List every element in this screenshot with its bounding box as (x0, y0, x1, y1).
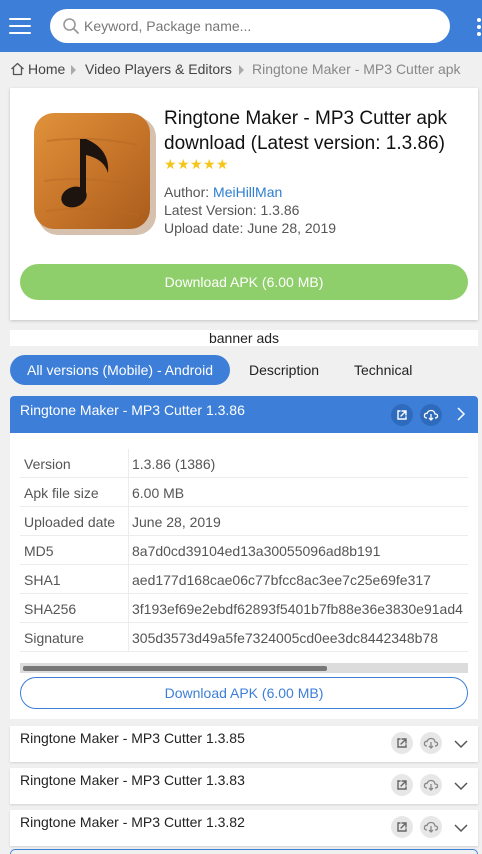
table-row: Version 1.3.86 (1386) (20, 449, 468, 478)
row-value: 6.00 MB (132, 485, 185, 501)
table-row: Apk file size 6.00 MB (20, 478, 468, 507)
banner-ads: banner ads (10, 330, 478, 346)
menu-icon[interactable] (9, 16, 31, 36)
top-bar (0, 0, 482, 52)
table-row: Signature 305d3573d49a5fe7324005cd0ee3dc8… (20, 623, 468, 652)
home-icon (11, 62, 24, 76)
version-title[interactable]: Ringtone Maker - MP3 Cutter 1.3.83 (20, 772, 245, 788)
version-title[interactable]: Ringtone Maker - MP3 Cutter 1.3.85 (20, 730, 245, 746)
row-key: Uploaded date (24, 514, 116, 530)
tab-technical[interactable]: Technical (339, 355, 427, 385)
row-value: 3f193ef69e2ebdf62893f5401b7fb88e36e3830e… (132, 601, 463, 617)
cloud-download-icon[interactable] (420, 774, 442, 796)
chevron-down-icon[interactable] (453, 820, 469, 836)
table-row: MD5 8a7d0cd39104ed13a30055096ad8b191 (20, 536, 468, 565)
version-title[interactable]: Ringtone Maker - MP3 Cutter 1.3.86 (20, 402, 245, 418)
tab-description[interactable]: Description (234, 355, 334, 385)
search-input[interactable] (84, 15, 434, 37)
latest-version: Latest Version: 1.3.86 (164, 202, 300, 218)
chevron-down-icon[interactable] (453, 736, 469, 752)
row-key: Signature (24, 630, 84, 646)
row-value: June 28, 2019 (132, 514, 221, 530)
breadcrumb-current: Ringtone Maker - MP3 Cutter apk (252, 61, 461, 77)
star-icon: ★ (216, 156, 229, 172)
author-label: Author: (164, 184, 210, 200)
tab-bar: All versions (Mobile) - Android Descript… (10, 355, 478, 385)
cloud-download-icon[interactable] (420, 404, 442, 426)
author-link[interactable]: MeiHillMan (213, 184, 282, 200)
table-row: SHA256 3f193ef69e2ebdf62893f5401b7fb88e36… (20, 594, 468, 623)
download-apk-button-version[interactable]: Download APK (6.00 MB) (20, 677, 468, 709)
version-item[interactable]: Ringtone Maker - MP3 Cutter 1.3.82 (10, 810, 478, 846)
partial-next-button[interactable] (10, 849, 478, 854)
author-line: Author: MeiHillMan (164, 184, 282, 200)
rating-stars: ★★★★★ (164, 156, 229, 172)
external-link-icon[interactable] (391, 774, 413, 796)
chevron-down-icon[interactable] (453, 778, 469, 794)
breadcrumb-home-link[interactable]: Home (28, 61, 65, 77)
version-header-expanded[interactable]: Ringtone Maker - MP3 Cutter 1.3.86 (10, 396, 478, 433)
row-key: MD5 (24, 543, 54, 559)
version-details: Version 1.3.86 (1386) Apk file size 6.00 M… (10, 433, 478, 719)
music-note-app-icon (34, 113, 156, 235)
version-title[interactable]: Ringtone Maker - MP3 Cutter 1.3.82 (20, 814, 245, 830)
table-row: SHA1 aed177d168cae06c77bfcc8ac3ee7c25e69f… (20, 565, 468, 594)
star-icon: ★ (203, 156, 216, 172)
row-key: SHA256 (24, 601, 77, 617)
breadcrumb-category-link[interactable]: Video Players & Editors (85, 61, 232, 77)
scrollbar-thumb[interactable] (23, 666, 327, 671)
download-apk-button[interactable]: Download APK (6.00 MB) (20, 264, 468, 300)
version-info-table: Version 1.3.86 (1386) Apk file size 6.00 M… (20, 449, 468, 667)
external-link-icon[interactable] (391, 816, 413, 838)
upload-date: Upload date: June 28, 2019 (164, 220, 337, 236)
breadcrumb-separator (71, 65, 76, 75)
row-value: 305d3573d49a5fe7324005cd0ee3dc8442348b78 (132, 630, 438, 646)
breadcrumb-separator (239, 65, 244, 75)
app-info-card: Ringtone Maker - MP3 Cutter apk download… (10, 88, 478, 320)
external-link-icon[interactable] (391, 404, 413, 426)
table-row: Uploaded date June 28, 2019 (20, 507, 468, 536)
horizontal-scrollbar[interactable] (20, 663, 468, 673)
row-key: SHA1 (24, 572, 61, 588)
star-icon: ★ (164, 156, 177, 172)
more-vertical-icon[interactable] (476, 16, 482, 38)
breadcrumb: Home Video Players & Editors Ringtone Ma… (10, 60, 482, 80)
app-title: Ringtone Maker - MP3 Cutter apk download… (164, 108, 448, 154)
chevron-right-icon[interactable] (453, 406, 469, 422)
cloud-download-icon[interactable] (420, 732, 442, 754)
star-icon: ★ (177, 156, 190, 172)
star-icon: ★ (190, 156, 203, 172)
external-link-icon[interactable] (391, 732, 413, 754)
row-value: 1.3.86 (1386) (132, 456, 216, 472)
row-key: Apk file size (24, 485, 99, 501)
version-item[interactable]: Ringtone Maker - MP3 Cutter 1.3.85 (10, 726, 478, 762)
version-item[interactable]: Ringtone Maker - MP3 Cutter 1.3.83 (10, 768, 478, 804)
search-icon (63, 18, 79, 34)
row-key: Version (24, 456, 71, 472)
row-value: 8a7d0cd39104ed13a30055096ad8b191 (132, 543, 381, 559)
cloud-download-icon[interactable] (420, 816, 442, 838)
search-box[interactable] (50, 9, 450, 43)
tab-all-versions[interactable]: All versions (Mobile) - Android (10, 355, 230, 385)
row-value: aed177d168cae06c77bfcc8ac3ee7c25e69fe317 (132, 572, 431, 588)
